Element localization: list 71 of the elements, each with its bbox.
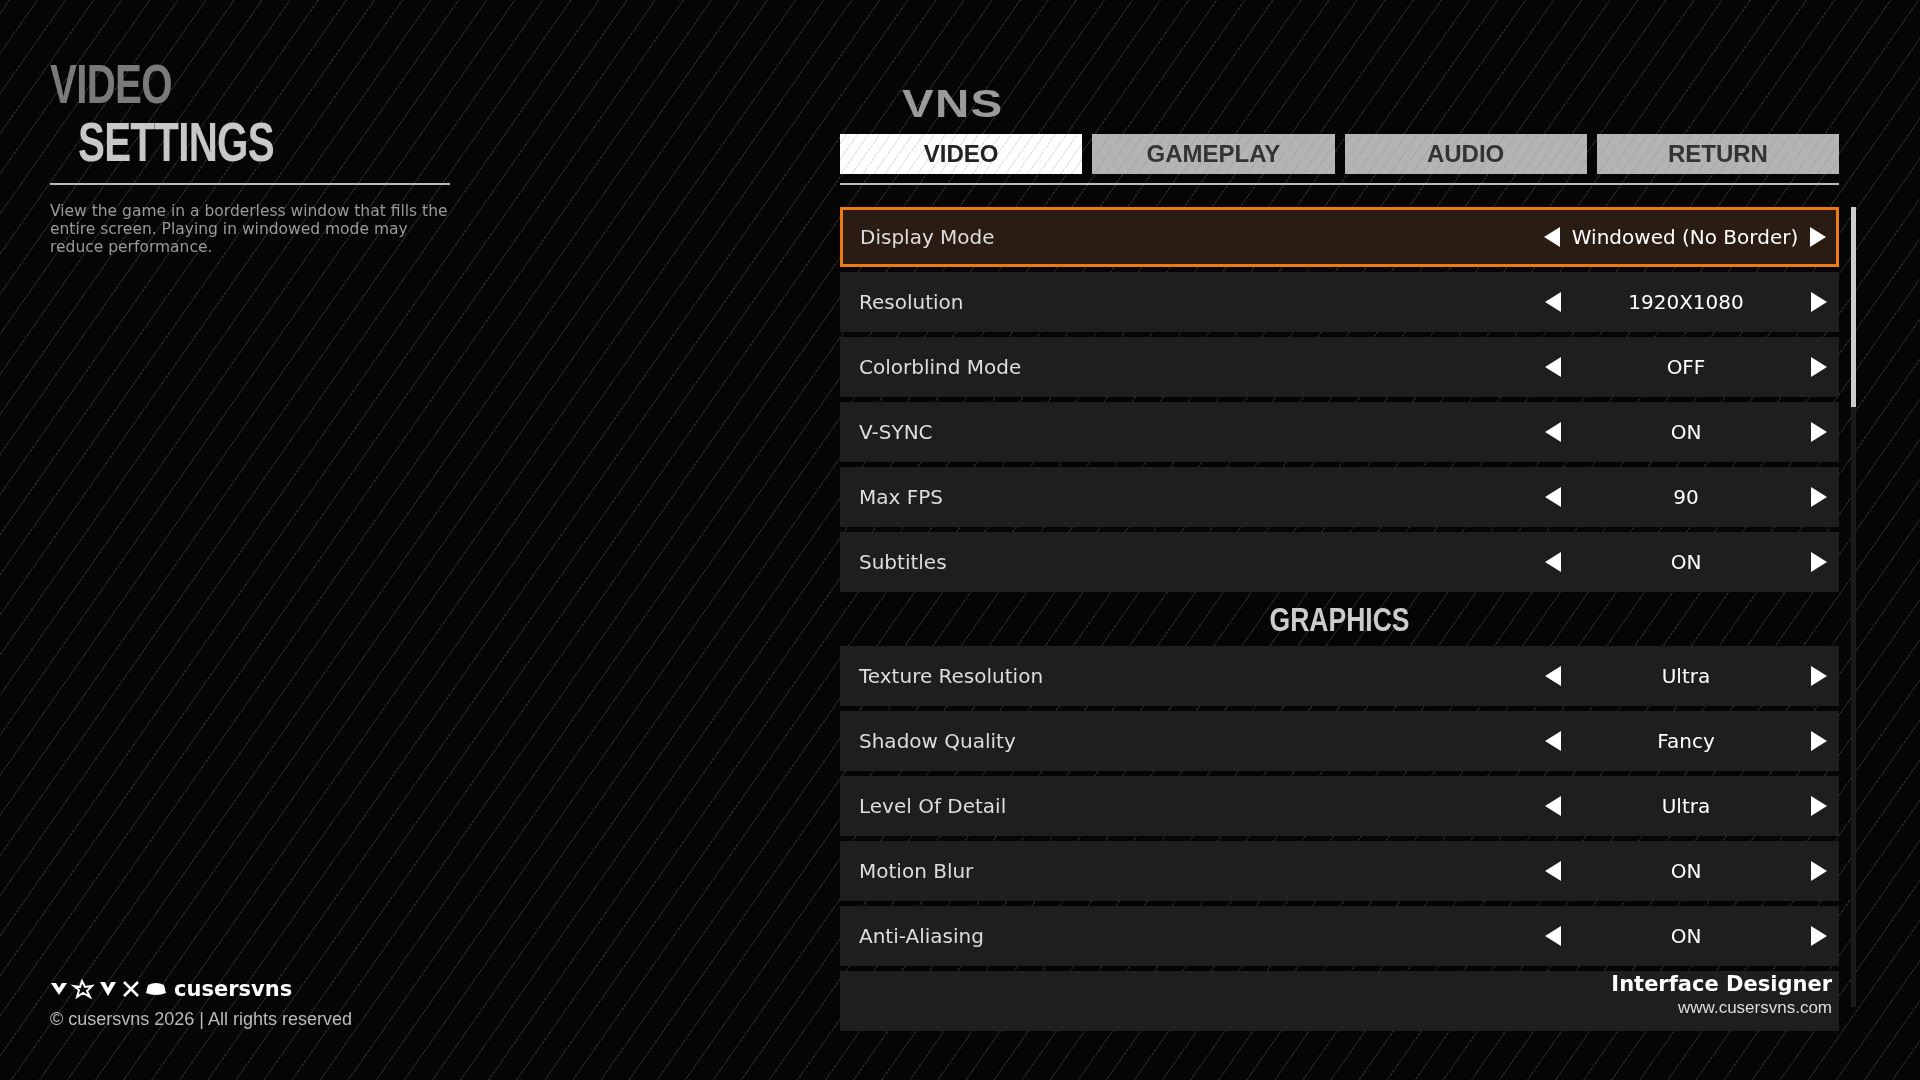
setting-value: OFF	[1665, 355, 1707, 379]
previous-arrow-icon[interactable]	[1545, 666, 1561, 686]
next-arrow-icon[interactable]	[1811, 796, 1827, 816]
social-icons-drawing[interactable]	[50, 979, 168, 999]
setting-value: Fancy	[1656, 729, 1716, 753]
setting-value: ON	[1669, 859, 1703, 883]
next-arrow-icon[interactable]	[1811, 487, 1827, 507]
setting-row[interactable]: Level Of Detail Ultra	[840, 776, 1839, 836]
setting-row[interactable]: Shadow Quality Fancy	[840, 711, 1839, 771]
setting-label: Subtitles	[859, 550, 948, 574]
setting-value: ON	[1669, 924, 1703, 948]
brand-logo: VNS	[902, 84, 1005, 124]
previous-arrow-icon[interactable]	[1545, 552, 1561, 572]
setting-row[interactable]: Resolution 1920X1080	[840, 272, 1839, 332]
next-arrow-icon[interactable]	[1811, 926, 1827, 946]
menu-tab[interactable]: RETURN	[1596, 134, 1839, 174]
copyright-text: © cusersvns 2026 | All rights reserved	[50, 1009, 354, 1030]
setting-value: Ultra	[1660, 794, 1712, 818]
previous-arrow-icon[interactable]	[1545, 357, 1561, 377]
setting-value: 90	[1672, 485, 1700, 509]
setting-label: Level Of Detail	[859, 794, 1008, 818]
setting-label: Shadow Quality	[859, 729, 1017, 753]
setting-value: Ultra	[1660, 664, 1712, 688]
setting-label: Display Mode	[860, 225, 996, 249]
previous-arrow-icon[interactable]	[1545, 926, 1561, 946]
page-title: SETTINGS	[78, 113, 275, 171]
next-arrow-icon[interactable]	[1811, 357, 1827, 377]
setting-row[interactable]: Max FPS 90	[840, 467, 1839, 527]
previous-arrow-icon[interactable]	[1545, 796, 1561, 816]
setting-row[interactable]	[840, 971, 1839, 1031]
next-arrow-icon[interactable]	[1811, 861, 1827, 881]
setting-row[interactable]: Anti-Aliasing ON	[840, 906, 1839, 966]
setting-row[interactable]: Subtitles ON	[840, 532, 1839, 592]
setting-label: Resolution	[859, 290, 965, 314]
brand-handle: cusersvns	[174, 977, 293, 1001]
page-title: VIDEO	[50, 55, 173, 113]
setting-row[interactable]: Motion Blur ON	[840, 841, 1839, 901]
next-arrow-icon[interactable]	[1811, 731, 1827, 751]
next-arrow-icon[interactable]	[1811, 292, 1827, 312]
previous-arrow-icon[interactable]	[1545, 487, 1561, 507]
scrollbar[interactable]	[1851, 207, 1856, 1007]
setting-label: Anti-Aliasing	[859, 924, 985, 948]
setting-label: Texture Resolution	[859, 664, 1045, 688]
previous-arrow-icon[interactable]	[1545, 861, 1561, 881]
setting-label: Colorblind Mode	[859, 355, 1023, 379]
credit-role: Interface Designer	[1611, 972, 1832, 996]
section-heading: GRAPHICS	[1268, 599, 1411, 639]
menu-tab[interactable]: AUDIO	[1344, 134, 1587, 174]
setting-value: ON	[1669, 420, 1703, 444]
previous-arrow-icon[interactable]	[1545, 292, 1561, 312]
setting-value: Windowed (No Border)	[1570, 225, 1800, 249]
menu-tab[interactable]: GAMEPLAY	[1092, 134, 1335, 174]
setting-row[interactable]: V-SYNC ON	[840, 402, 1839, 462]
setting-value: ON	[1669, 550, 1703, 574]
setting-description: View the game in a borderless window that fills the entire screen. Playing in windowed mode may reduce performance.	[50, 202, 449, 256]
previous-arrow-icon[interactable]	[1545, 731, 1561, 751]
setting-row[interactable]: Texture Resolution Ultra	[840, 646, 1839, 706]
next-arrow-icon[interactable]	[1811, 666, 1827, 686]
credit-website: www.cusersvns.com	[1677, 998, 1832, 1018]
previous-arrow-icon[interactable]	[1544, 227, 1560, 247]
setting-label: Max FPS	[859, 485, 944, 509]
setting-label: Motion Blur	[859, 859, 975, 883]
next-arrow-icon[interactable]	[1811, 552, 1827, 572]
previous-arrow-icon[interactable]	[1545, 422, 1561, 442]
next-arrow-icon[interactable]	[1811, 422, 1827, 442]
setting-value: 1920X1080	[1627, 290, 1745, 314]
setting-label: V-SYNC	[859, 420, 934, 444]
menu-tab[interactable]: VIDEO	[840, 134, 1083, 174]
next-arrow-icon[interactable]	[1810, 227, 1826, 247]
setting-row[interactable]: Display Mode Windowed (No Border)	[840, 207, 1839, 267]
setting-row[interactable]: Colorblind Mode OFF	[840, 337, 1839, 397]
